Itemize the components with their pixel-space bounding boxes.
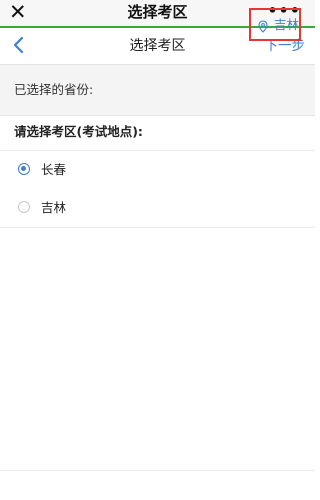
location-pin-icon[interactable] [258,20,268,33]
selected-province-label: 已选择的省份: [14,82,94,97]
exam-area-option-label: 长春 [41,162,67,177]
exam-area-option-changchun[interactable]: 长春 [0,150,315,190]
exam-area-option-jilin[interactable]: 吉林 [0,189,315,228]
selected-province-row: 已选择的省份: [0,65,315,116]
radio-checked-icon[interactable] [18,163,30,175]
radio-unchecked-icon[interactable] [18,201,30,213]
divider [0,470,315,471]
exam-area-section-title: 请选择考区(考试地点): [14,124,143,139]
selected-province-value[interactable]: 吉林 [274,0,299,50]
exam-area-option-label: 吉林 [41,200,67,215]
